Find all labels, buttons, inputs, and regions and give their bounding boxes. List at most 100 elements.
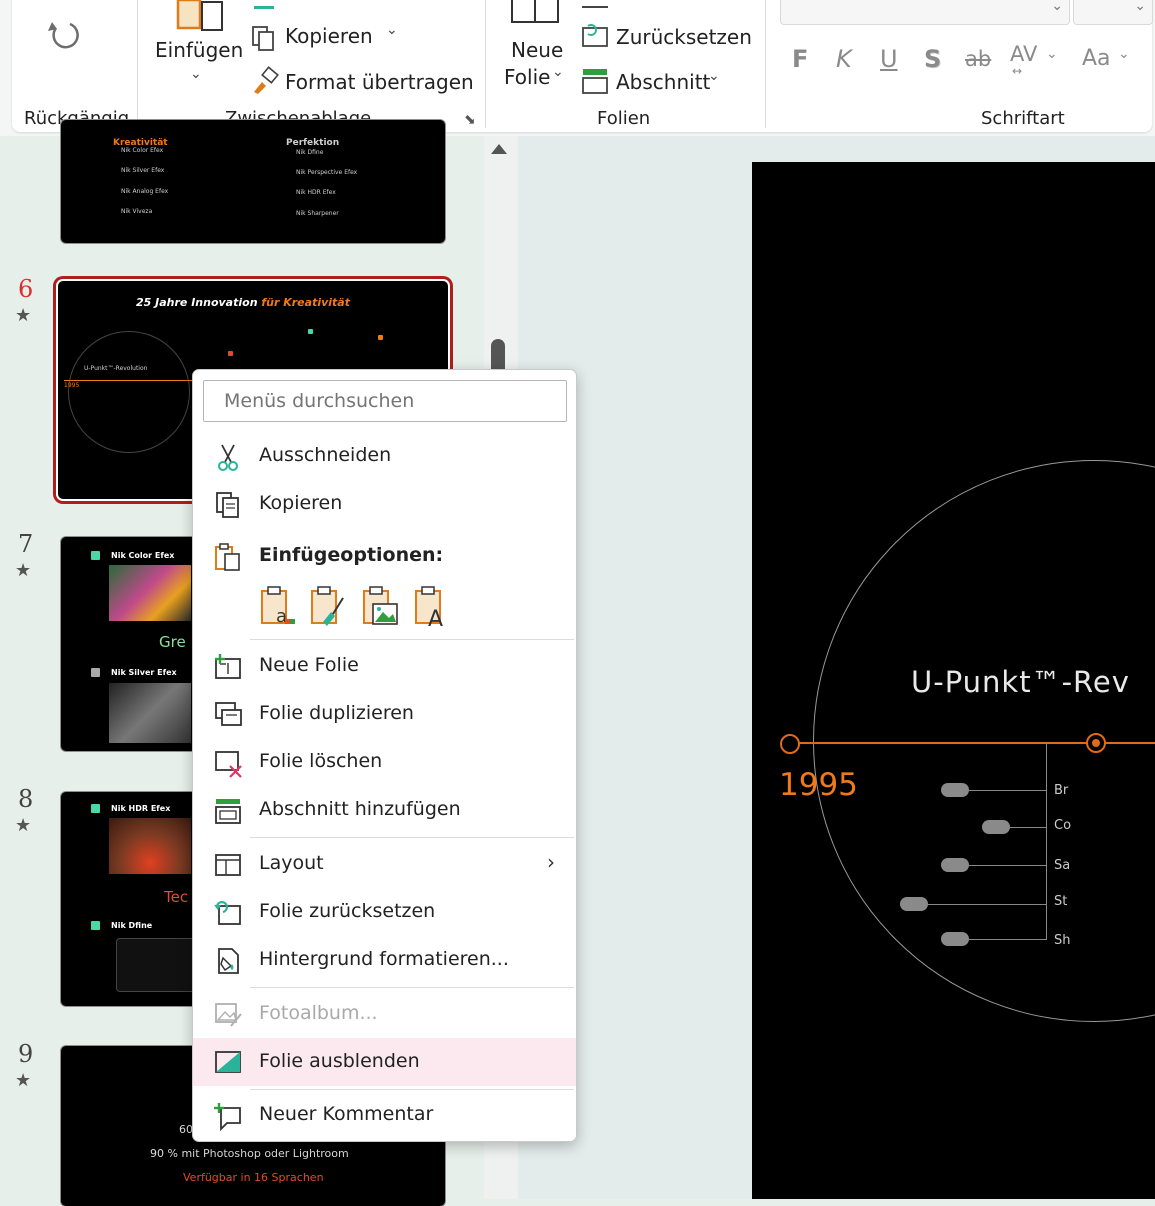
font-size-combobox[interactable]: ⌄ xyxy=(1073,0,1153,25)
thumb5-left-item: Nik Analog Efex xyxy=(121,188,169,195)
thumb8-logo-icon xyxy=(91,804,100,813)
menu-item-delete-slide[interactable]: Folie löschen xyxy=(193,738,576,786)
format-painter-button[interactable]: Format übertragen xyxy=(250,66,474,98)
thumb6-circle-label: U-Punkt™-Revolution xyxy=(84,365,148,372)
slide-thumbnail-5[interactable]: Kreativität Perfektion Nik Color Efex Ni… xyxy=(61,120,445,243)
menu-item-duplicate-slide[interactable]: Folie duplizieren xyxy=(193,690,576,738)
dialog-launcher-icon[interactable]: ⬊ xyxy=(464,112,476,128)
menu-label-layout: Layout xyxy=(259,852,324,874)
copy-button[interactable]: Kopieren ⌄ xyxy=(250,22,410,54)
new-slide-chevron-icon[interactable]: ⌄ xyxy=(552,64,564,80)
thumb8-logo-icon xyxy=(91,921,100,930)
new-slide-label-line1: Neue xyxy=(511,38,564,62)
section-icon xyxy=(582,69,608,94)
menu-item-copy[interactable]: Kopieren xyxy=(193,480,576,528)
section-label: Abschnitt xyxy=(616,70,711,94)
paste-dropdown-chevron-icon[interactable]: ⌄ xyxy=(190,66,202,82)
main-year: 1995 xyxy=(779,767,858,803)
thumb9-line1: 60 xyxy=(179,1123,193,1136)
menu-label-hide-slide: Folie ausblenden xyxy=(259,1050,420,1072)
thumb8-title2: Nik Dfine xyxy=(111,921,153,930)
copy-label: Kopieren xyxy=(285,24,373,48)
cut-icon[interactable] xyxy=(254,0,274,9)
reset-slide-icon xyxy=(582,24,608,47)
menu-label-new-comment: Neuer Kommentar xyxy=(259,1103,434,1125)
menu-item-photo-album: Fotoalbum... xyxy=(193,990,576,1038)
timeline-node-dot xyxy=(1092,739,1100,747)
strikethrough-button[interactable]: ab xyxy=(965,47,991,71)
new-slide-label-line2: Folie xyxy=(504,65,551,89)
menu-label-paste-options: Einfügeoptionen: xyxy=(259,544,444,566)
format-background-icon xyxy=(218,948,239,974)
menu-item-layout[interactable]: Layout › xyxy=(193,840,576,888)
section-chevron-icon[interactable]: ⌄ xyxy=(708,68,720,84)
thumb6-title-white: 25 Jahre Innovation xyxy=(136,296,262,309)
menu-item-cut[interactable]: Ausschneiden xyxy=(193,432,576,480)
menu-item-hide-slide[interactable]: Folie ausblenden xyxy=(193,1038,576,1086)
menu-label-reset-slide: Folie zurücksetzen xyxy=(259,900,436,922)
font-name-combobox[interactable]: ⌄ xyxy=(780,0,1070,25)
change-case-button[interactable]: Aa ⌄ xyxy=(1082,44,1137,76)
menu-search-input[interactable] xyxy=(203,380,567,422)
menu-item-new-slide[interactable]: Neue Folie xyxy=(193,642,576,690)
thumb8-caption: Tec xyxy=(164,888,189,906)
section-button[interactable]: Abschnitt ⌄ xyxy=(580,66,740,98)
main-slide-canvas[interactable]: U-Punkt™-Rev 1995 Br Co Sa St Sh xyxy=(752,162,1155,1199)
font-group-label: Schriftart xyxy=(981,108,1065,129)
underline-button[interactable]: U xyxy=(880,45,898,73)
reset-label: Zurücksetzen xyxy=(616,25,752,49)
svg-text:A: A xyxy=(428,607,443,628)
thumb7-caption: Gre xyxy=(159,633,186,651)
thumb7-logo-icon xyxy=(91,668,100,677)
copy-dropdown-chevron-icon[interactable]: ⌄ xyxy=(386,22,398,38)
thumb6-bullet-icon xyxy=(308,329,313,334)
hide-slide-icon xyxy=(215,1051,241,1073)
case-chevron-icon: ⌄ xyxy=(1118,46,1130,62)
scissors-icon xyxy=(218,444,238,471)
reset-slide-icon xyxy=(214,901,241,925)
duplicate-slide-icon xyxy=(215,702,242,726)
branch-pill-icon xyxy=(941,932,969,946)
menu-label-add-section: Abschnitt hinzufügen xyxy=(259,798,461,820)
thumb9-line2: 90 % mit Photoshop oder Lightroom xyxy=(150,1147,349,1160)
paste-keep-theme-icon: a xyxy=(261,586,295,627)
thumb5-right-item: Nik Dfine xyxy=(296,149,324,156)
menu-item-format-background[interactable]: Hintergrund formatieren... xyxy=(193,936,576,984)
undo-button[interactable] xyxy=(44,14,84,58)
character-spacing-button[interactable]: AV ↔ ⌄ xyxy=(1010,40,1060,80)
clipboard-icon xyxy=(215,543,240,571)
menu-item-new-comment[interactable]: Neuer Kommentar xyxy=(193,1091,576,1139)
layout-icon[interactable] xyxy=(582,0,608,8)
branch-label: St xyxy=(1054,894,1068,909)
shadow-button[interactable]: S xyxy=(924,45,941,73)
new-slide-button[interactable]: Neue Folie ⌄ xyxy=(500,0,570,100)
paste-text-icon: A xyxy=(415,586,443,632)
thumb7-photo xyxy=(109,683,191,743)
spacing-chevron-icon: ⌄ xyxy=(1046,46,1058,62)
bold-button[interactable]: F xyxy=(792,45,808,73)
thumb7-photo xyxy=(109,565,191,621)
menu-label-format-background: Hintergrund formatieren... xyxy=(259,948,509,970)
paste-button[interactable]: Einfügen ⌄ xyxy=(150,0,243,100)
menu-label-photo-album: Fotoalbum... xyxy=(259,1002,378,1024)
reset-button[interactable]: Zurücksetzen xyxy=(580,22,752,54)
thumb6-bullet-icon xyxy=(378,335,383,340)
italic-button[interactable]: K xyxy=(836,45,852,73)
layout-icon xyxy=(215,854,241,876)
paste-use-destination-theme-button[interactable]: a xyxy=(259,584,299,628)
menu-item-add-section[interactable]: Abschnitt hinzufügen xyxy=(193,786,576,834)
slide-number-9: 9 xyxy=(18,1040,34,1068)
paste-text-only-button[interactable]: A xyxy=(413,584,453,632)
menu-item-reset-slide[interactable]: Folie zurücksetzen xyxy=(193,888,576,936)
branch-line xyxy=(915,904,1047,905)
transition-star-icon: ★ xyxy=(15,815,32,836)
thumb5-right-item: Nik Sharpener xyxy=(296,210,339,217)
menu-label-cut: Ausschneiden xyxy=(259,444,392,466)
paste-as-picture-button[interactable] xyxy=(361,584,401,628)
thumb6-circle xyxy=(68,331,190,453)
transition-star-icon: ★ xyxy=(15,560,32,581)
paste-keep-source-formatting-button[interactable] xyxy=(309,584,349,628)
scroll-up-arrow-icon[interactable] xyxy=(491,144,507,154)
slide-number-6: 6 xyxy=(18,275,34,303)
new-slide-icon xyxy=(511,0,559,23)
